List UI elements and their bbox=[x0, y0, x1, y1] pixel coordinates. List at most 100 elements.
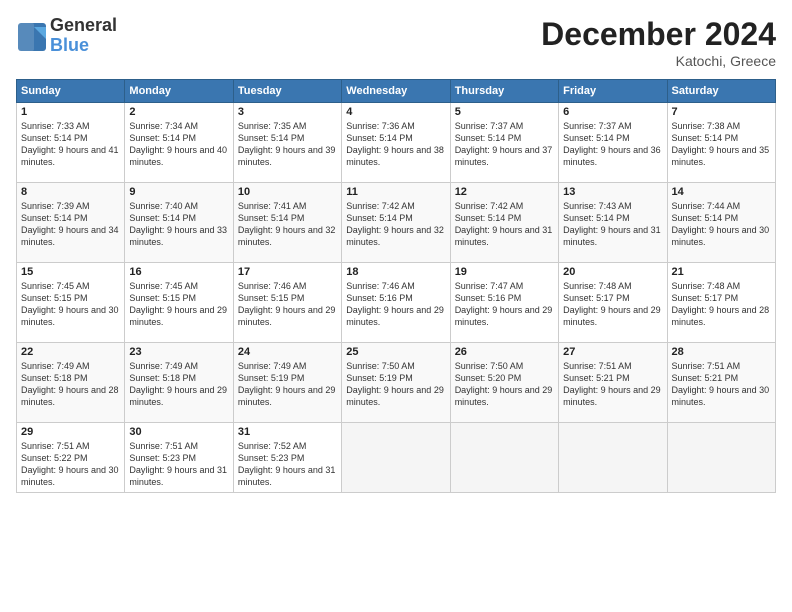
empty-cell bbox=[559, 423, 667, 493]
table-row: 10 Sunrise: 7:41 AMSunset: 5:14 PMDaylig… bbox=[233, 183, 341, 263]
day-number: 29 bbox=[21, 426, 120, 438]
day-info: Sunrise: 7:34 AMSunset: 5:14 PMDaylight:… bbox=[129, 121, 227, 167]
table-row: 23 Sunrise: 7:49 AMSunset: 5:18 PMDaylig… bbox=[125, 343, 233, 423]
day-info: Sunrise: 7:41 AMSunset: 5:14 PMDaylight:… bbox=[238, 201, 336, 247]
logo-text: General Blue bbox=[50, 16, 117, 56]
calendar-week-row: 22 Sunrise: 7:49 AMSunset: 5:18 PMDaylig… bbox=[17, 343, 776, 423]
day-info: Sunrise: 7:45 AMSunset: 5:15 PMDaylight:… bbox=[21, 281, 119, 327]
day-number: 23 bbox=[129, 346, 228, 358]
calendar-week-row: 8 Sunrise: 7:39 AMSunset: 5:14 PMDayligh… bbox=[17, 183, 776, 263]
day-number: 31 bbox=[238, 426, 337, 438]
day-number: 22 bbox=[21, 346, 120, 358]
day-info: Sunrise: 7:44 AMSunset: 5:14 PMDaylight:… bbox=[672, 201, 770, 247]
table-row: 9 Sunrise: 7:40 AMSunset: 5:14 PMDayligh… bbox=[125, 183, 233, 263]
day-info: Sunrise: 7:46 AMSunset: 5:15 PMDaylight:… bbox=[238, 281, 336, 327]
table-row: 31 Sunrise: 7:52 AMSunset: 5:23 PMDaylig… bbox=[233, 423, 341, 493]
day-number: 20 bbox=[563, 266, 662, 278]
logo-general: General bbox=[50, 16, 117, 36]
table-row: 20 Sunrise: 7:48 AMSunset: 5:17 PMDaylig… bbox=[559, 263, 667, 343]
header-saturday: Saturday bbox=[667, 80, 775, 103]
table-row: 18 Sunrise: 7:46 AMSunset: 5:16 PMDaylig… bbox=[342, 263, 450, 343]
table-row: 27 Sunrise: 7:51 AMSunset: 5:21 PMDaylig… bbox=[559, 343, 667, 423]
empty-cell bbox=[667, 423, 775, 493]
table-row: 5 Sunrise: 7:37 AMSunset: 5:14 PMDayligh… bbox=[450, 103, 558, 183]
day-info: Sunrise: 7:51 AMSunset: 5:22 PMDaylight:… bbox=[21, 441, 119, 487]
header-tuesday: Tuesday bbox=[233, 80, 341, 103]
month-title: December 2024 bbox=[541, 16, 776, 53]
table-row: 26 Sunrise: 7:50 AMSunset: 5:20 PMDaylig… bbox=[450, 343, 558, 423]
table-row: 17 Sunrise: 7:46 AMSunset: 5:15 PMDaylig… bbox=[233, 263, 341, 343]
day-info: Sunrise: 7:51 AMSunset: 5:23 PMDaylight:… bbox=[129, 441, 227, 487]
day-info: Sunrise: 7:48 AMSunset: 5:17 PMDaylight:… bbox=[563, 281, 661, 327]
day-number: 10 bbox=[238, 186, 337, 198]
day-info: Sunrise: 7:33 AMSunset: 5:14 PMDaylight:… bbox=[21, 121, 119, 167]
table-row: 7 Sunrise: 7:38 AMSunset: 5:14 PMDayligh… bbox=[667, 103, 775, 183]
day-number: 8 bbox=[21, 186, 120, 198]
table-row: 1 Sunrise: 7:33 AMSunset: 5:14 PMDayligh… bbox=[17, 103, 125, 183]
day-info: Sunrise: 7:45 AMSunset: 5:15 PMDaylight:… bbox=[129, 281, 227, 327]
day-number: 13 bbox=[563, 186, 662, 198]
day-info: Sunrise: 7:52 AMSunset: 5:23 PMDaylight:… bbox=[238, 441, 336, 487]
table-row: 16 Sunrise: 7:45 AMSunset: 5:15 PMDaylig… bbox=[125, 263, 233, 343]
calendar-page: General Blue December 2024 Katochi, Gree… bbox=[0, 0, 792, 612]
day-info: Sunrise: 7:35 AMSunset: 5:14 PMDaylight:… bbox=[238, 121, 336, 167]
day-info: Sunrise: 7:51 AMSunset: 5:21 PMDaylight:… bbox=[672, 361, 770, 407]
day-number: 25 bbox=[346, 346, 445, 358]
table-row: 8 Sunrise: 7:39 AMSunset: 5:14 PMDayligh… bbox=[17, 183, 125, 263]
day-number: 2 bbox=[129, 106, 228, 118]
day-number: 6 bbox=[563, 106, 662, 118]
day-number: 4 bbox=[346, 106, 445, 118]
calendar-week-row: 29 Sunrise: 7:51 AMSunset: 5:22 PMDaylig… bbox=[17, 423, 776, 493]
day-number: 24 bbox=[238, 346, 337, 358]
table-row: 13 Sunrise: 7:43 AMSunset: 5:14 PMDaylig… bbox=[559, 183, 667, 263]
table-row: 6 Sunrise: 7:37 AMSunset: 5:14 PMDayligh… bbox=[559, 103, 667, 183]
table-row: 30 Sunrise: 7:51 AMSunset: 5:23 PMDaylig… bbox=[125, 423, 233, 493]
table-row: 21 Sunrise: 7:48 AMSunset: 5:17 PMDaylig… bbox=[667, 263, 775, 343]
location: Katochi, Greece bbox=[541, 53, 776, 69]
header-monday: Monday bbox=[125, 80, 233, 103]
day-number: 19 bbox=[455, 266, 554, 278]
table-row: 25 Sunrise: 7:50 AMSunset: 5:19 PMDaylig… bbox=[342, 343, 450, 423]
day-info: Sunrise: 7:43 AMSunset: 5:14 PMDaylight:… bbox=[563, 201, 661, 247]
table-row: 24 Sunrise: 7:49 AMSunset: 5:19 PMDaylig… bbox=[233, 343, 341, 423]
table-row: 14 Sunrise: 7:44 AMSunset: 5:14 PMDaylig… bbox=[667, 183, 775, 263]
table-row: 11 Sunrise: 7:42 AMSunset: 5:14 PMDaylig… bbox=[342, 183, 450, 263]
header-thursday: Thursday bbox=[450, 80, 558, 103]
day-info: Sunrise: 7:37 AMSunset: 5:14 PMDaylight:… bbox=[563, 121, 661, 167]
day-info: Sunrise: 7:37 AMSunset: 5:14 PMDaylight:… bbox=[455, 121, 553, 167]
table-row: 12 Sunrise: 7:42 AMSunset: 5:14 PMDaylig… bbox=[450, 183, 558, 263]
day-number: 11 bbox=[346, 186, 445, 198]
day-number: 15 bbox=[21, 266, 120, 278]
table-row: 19 Sunrise: 7:47 AMSunset: 5:16 PMDaylig… bbox=[450, 263, 558, 343]
calendar-table: Sunday Monday Tuesday Wednesday Thursday… bbox=[16, 79, 776, 493]
day-number: 12 bbox=[455, 186, 554, 198]
weekday-header-row: Sunday Monday Tuesday Wednesday Thursday… bbox=[17, 80, 776, 103]
empty-cell bbox=[342, 423, 450, 493]
logo: General Blue bbox=[16, 16, 117, 56]
day-info: Sunrise: 7:42 AMSunset: 5:14 PMDaylight:… bbox=[455, 201, 553, 247]
day-info: Sunrise: 7:50 AMSunset: 5:20 PMDaylight:… bbox=[455, 361, 553, 407]
day-info: Sunrise: 7:51 AMSunset: 5:21 PMDaylight:… bbox=[563, 361, 661, 407]
header-wednesday: Wednesday bbox=[342, 80, 450, 103]
day-number: 28 bbox=[672, 346, 771, 358]
header: General Blue December 2024 Katochi, Gree… bbox=[16, 16, 776, 69]
day-number: 18 bbox=[346, 266, 445, 278]
day-number: 9 bbox=[129, 186, 228, 198]
table-row: 29 Sunrise: 7:51 AMSunset: 5:22 PMDaylig… bbox=[17, 423, 125, 493]
day-info: Sunrise: 7:47 AMSunset: 5:16 PMDaylight:… bbox=[455, 281, 553, 327]
title-block: December 2024 Katochi, Greece bbox=[541, 16, 776, 69]
table-row: 2 Sunrise: 7:34 AMSunset: 5:14 PMDayligh… bbox=[125, 103, 233, 183]
header-friday: Friday bbox=[559, 80, 667, 103]
day-info: Sunrise: 7:46 AMSunset: 5:16 PMDaylight:… bbox=[346, 281, 444, 327]
table-row: 3 Sunrise: 7:35 AMSunset: 5:14 PMDayligh… bbox=[233, 103, 341, 183]
day-info: Sunrise: 7:49 AMSunset: 5:19 PMDaylight:… bbox=[238, 361, 336, 407]
header-sunday: Sunday bbox=[17, 80, 125, 103]
day-info: Sunrise: 7:39 AMSunset: 5:14 PMDaylight:… bbox=[21, 201, 119, 247]
day-number: 27 bbox=[563, 346, 662, 358]
day-number: 5 bbox=[455, 106, 554, 118]
day-info: Sunrise: 7:36 AMSunset: 5:14 PMDaylight:… bbox=[346, 121, 444, 167]
calendar-week-row: 1 Sunrise: 7:33 AMSunset: 5:14 PMDayligh… bbox=[17, 103, 776, 183]
day-number: 26 bbox=[455, 346, 554, 358]
day-info: Sunrise: 7:48 AMSunset: 5:17 PMDaylight:… bbox=[672, 281, 770, 327]
empty-cell bbox=[450, 423, 558, 493]
